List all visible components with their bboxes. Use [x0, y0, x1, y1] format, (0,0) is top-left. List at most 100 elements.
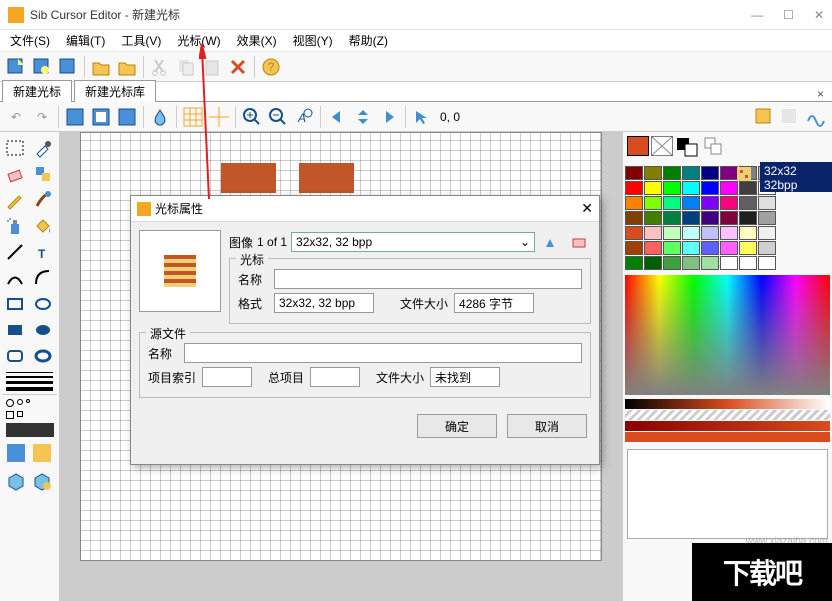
round-rect-tool[interactable]: [2, 344, 28, 368]
color-swatch[interactable]: [758, 256, 776, 270]
layer-a-icon[interactable]: [4, 441, 28, 465]
color-swatch[interactable]: [625, 226, 643, 240]
color-swatch[interactable]: [701, 226, 719, 240]
gradient-strips[interactable]: [625, 399, 830, 443]
ellipse-tool[interactable]: [30, 292, 56, 316]
color-swatch[interactable]: [644, 211, 662, 225]
color-swatch[interactable]: [625, 166, 643, 180]
color-swatch[interactable]: [663, 181, 681, 195]
project-index-input[interactable]: [202, 367, 252, 387]
move-left-icon[interactable]: [325, 105, 349, 129]
right-tb3-icon[interactable]: [804, 105, 828, 129]
filled-rect-tool[interactable]: [2, 318, 28, 342]
color-swatch[interactable]: [739, 196, 757, 210]
zoom-in-icon[interactable]: [240, 105, 264, 129]
color-swatch[interactable]: [644, 226, 662, 240]
replace-color-tool[interactable]: [30, 162, 56, 186]
color-swatch[interactable]: [758, 241, 776, 255]
color-swatch[interactable]: [682, 256, 700, 270]
layer-b-icon[interactable]: [30, 441, 54, 465]
tab-close-icon[interactable]: ×: [809, 87, 832, 101]
tb-copy-icon[interactable]: [174, 55, 198, 79]
color-swatch[interactable]: [720, 211, 738, 225]
color-swatch[interactable]: [663, 196, 681, 210]
color-swatch[interactable]: [682, 196, 700, 210]
tb-new-icon[interactable]: [4, 55, 28, 79]
box3d-lock-icon[interactable]: [30, 469, 54, 493]
tb-delete-icon[interactable]: [226, 55, 250, 79]
redo-icon[interactable]: ↷: [30, 105, 54, 129]
color-swatch[interactable]: [644, 196, 662, 210]
color-swatch[interactable]: [701, 256, 719, 270]
color-swatch[interactable]: [663, 256, 681, 270]
color-swatch[interactable]: [625, 181, 643, 195]
ok-button[interactable]: 确定: [417, 414, 497, 438]
format-select[interactable]: 32x32, 32 bpp ⌄: [291, 232, 535, 252]
close-button[interactable]: ✕: [814, 8, 824, 22]
color-swatch[interactable]: [663, 226, 681, 240]
color-swatch[interactable]: [739, 256, 757, 270]
color-swatch[interactable]: [682, 166, 700, 180]
color-swatch[interactable]: [663, 211, 681, 225]
menu-help[interactable]: 帮助(Z): [343, 30, 394, 51]
color-swatch[interactable]: [663, 166, 681, 180]
sizes-list-item[interactable]: 32x32 32bpp: [760, 162, 832, 192]
color-swatch[interactable]: [739, 241, 757, 255]
color-swatch[interactable]: [758, 211, 776, 225]
color-swatch[interactable]: [701, 241, 719, 255]
color-swatch[interactable]: [682, 241, 700, 255]
text-tool[interactable]: T: [30, 240, 56, 264]
color-swatch[interactable]: [682, 211, 700, 225]
color-swatch[interactable]: [758, 226, 776, 240]
color-swatch[interactable]: [625, 196, 643, 210]
swap-colors-icon[interactable]: [703, 136, 725, 158]
color-swatch[interactable]: [682, 226, 700, 240]
name-input[interactable]: [274, 269, 582, 289]
color-swatch[interactable]: [701, 166, 719, 180]
filled-ellipse-tool[interactable]: [30, 318, 56, 342]
minimize-button[interactable]: —: [751, 8, 763, 22]
eyedropper-tool[interactable]: [30, 136, 56, 160]
color-swatch[interactable]: [739, 211, 757, 225]
color-swatch[interactable]: [720, 241, 738, 255]
droplet-icon[interactable]: [148, 105, 172, 129]
color-swatch[interactable]: [644, 241, 662, 255]
menu-edit[interactable]: 编辑(T): [60, 30, 111, 51]
brush-tool[interactable]: [30, 188, 56, 212]
eraser-tool[interactable]: [2, 162, 28, 186]
color-swatch[interactable]: [625, 241, 643, 255]
menu-view[interactable]: 视图(Y): [287, 30, 339, 51]
color-swatch[interactable]: [682, 181, 700, 195]
color-swatch[interactable]: [739, 226, 757, 240]
size-thumb-icon[interactable]: [734, 164, 754, 184]
color-swatch[interactable]: [644, 166, 662, 180]
zoom-out-icon[interactable]: [266, 105, 290, 129]
color-swatch[interactable]: [701, 211, 719, 225]
color-swatch[interactable]: [720, 226, 738, 240]
tb-cut-icon[interactable]: [148, 55, 172, 79]
apply-format-icon[interactable]: [539, 230, 563, 254]
line-width-selector[interactable]: [2, 372, 57, 391]
color-swatch[interactable]: [720, 256, 738, 270]
tb-help-icon[interactable]: ?: [259, 55, 283, 79]
color-swatch[interactable]: [701, 196, 719, 210]
color-swatch[interactable]: [625, 256, 643, 270]
layer3-icon[interactable]: [115, 105, 139, 129]
foreground-swatch[interactable]: [627, 136, 649, 156]
line-tool[interactable]: [2, 240, 28, 264]
menu-effects[interactable]: 效果(X): [231, 30, 283, 51]
tab-library[interactable]: 新建光标库: [74, 80, 156, 102]
src-name-input[interactable]: [184, 343, 582, 363]
tb-folder2-icon[interactable]: [115, 55, 139, 79]
ring-tool[interactable]: [30, 344, 56, 368]
color-swatch[interactable]: [663, 241, 681, 255]
dialog-close-button[interactable]: ✕: [581, 200, 593, 217]
tab-cursor[interactable]: 新建光标: [2, 80, 72, 102]
cancel-button[interactable]: 取消: [507, 414, 587, 438]
color-swatch[interactable]: [644, 181, 662, 195]
menu-file[interactable]: 文件(S): [4, 30, 56, 51]
color-swatch[interactable]: [758, 196, 776, 210]
brush-shape-selector[interactable]: [6, 399, 53, 407]
layer2-icon[interactable]: [89, 105, 113, 129]
spray-tool[interactable]: [2, 214, 28, 238]
